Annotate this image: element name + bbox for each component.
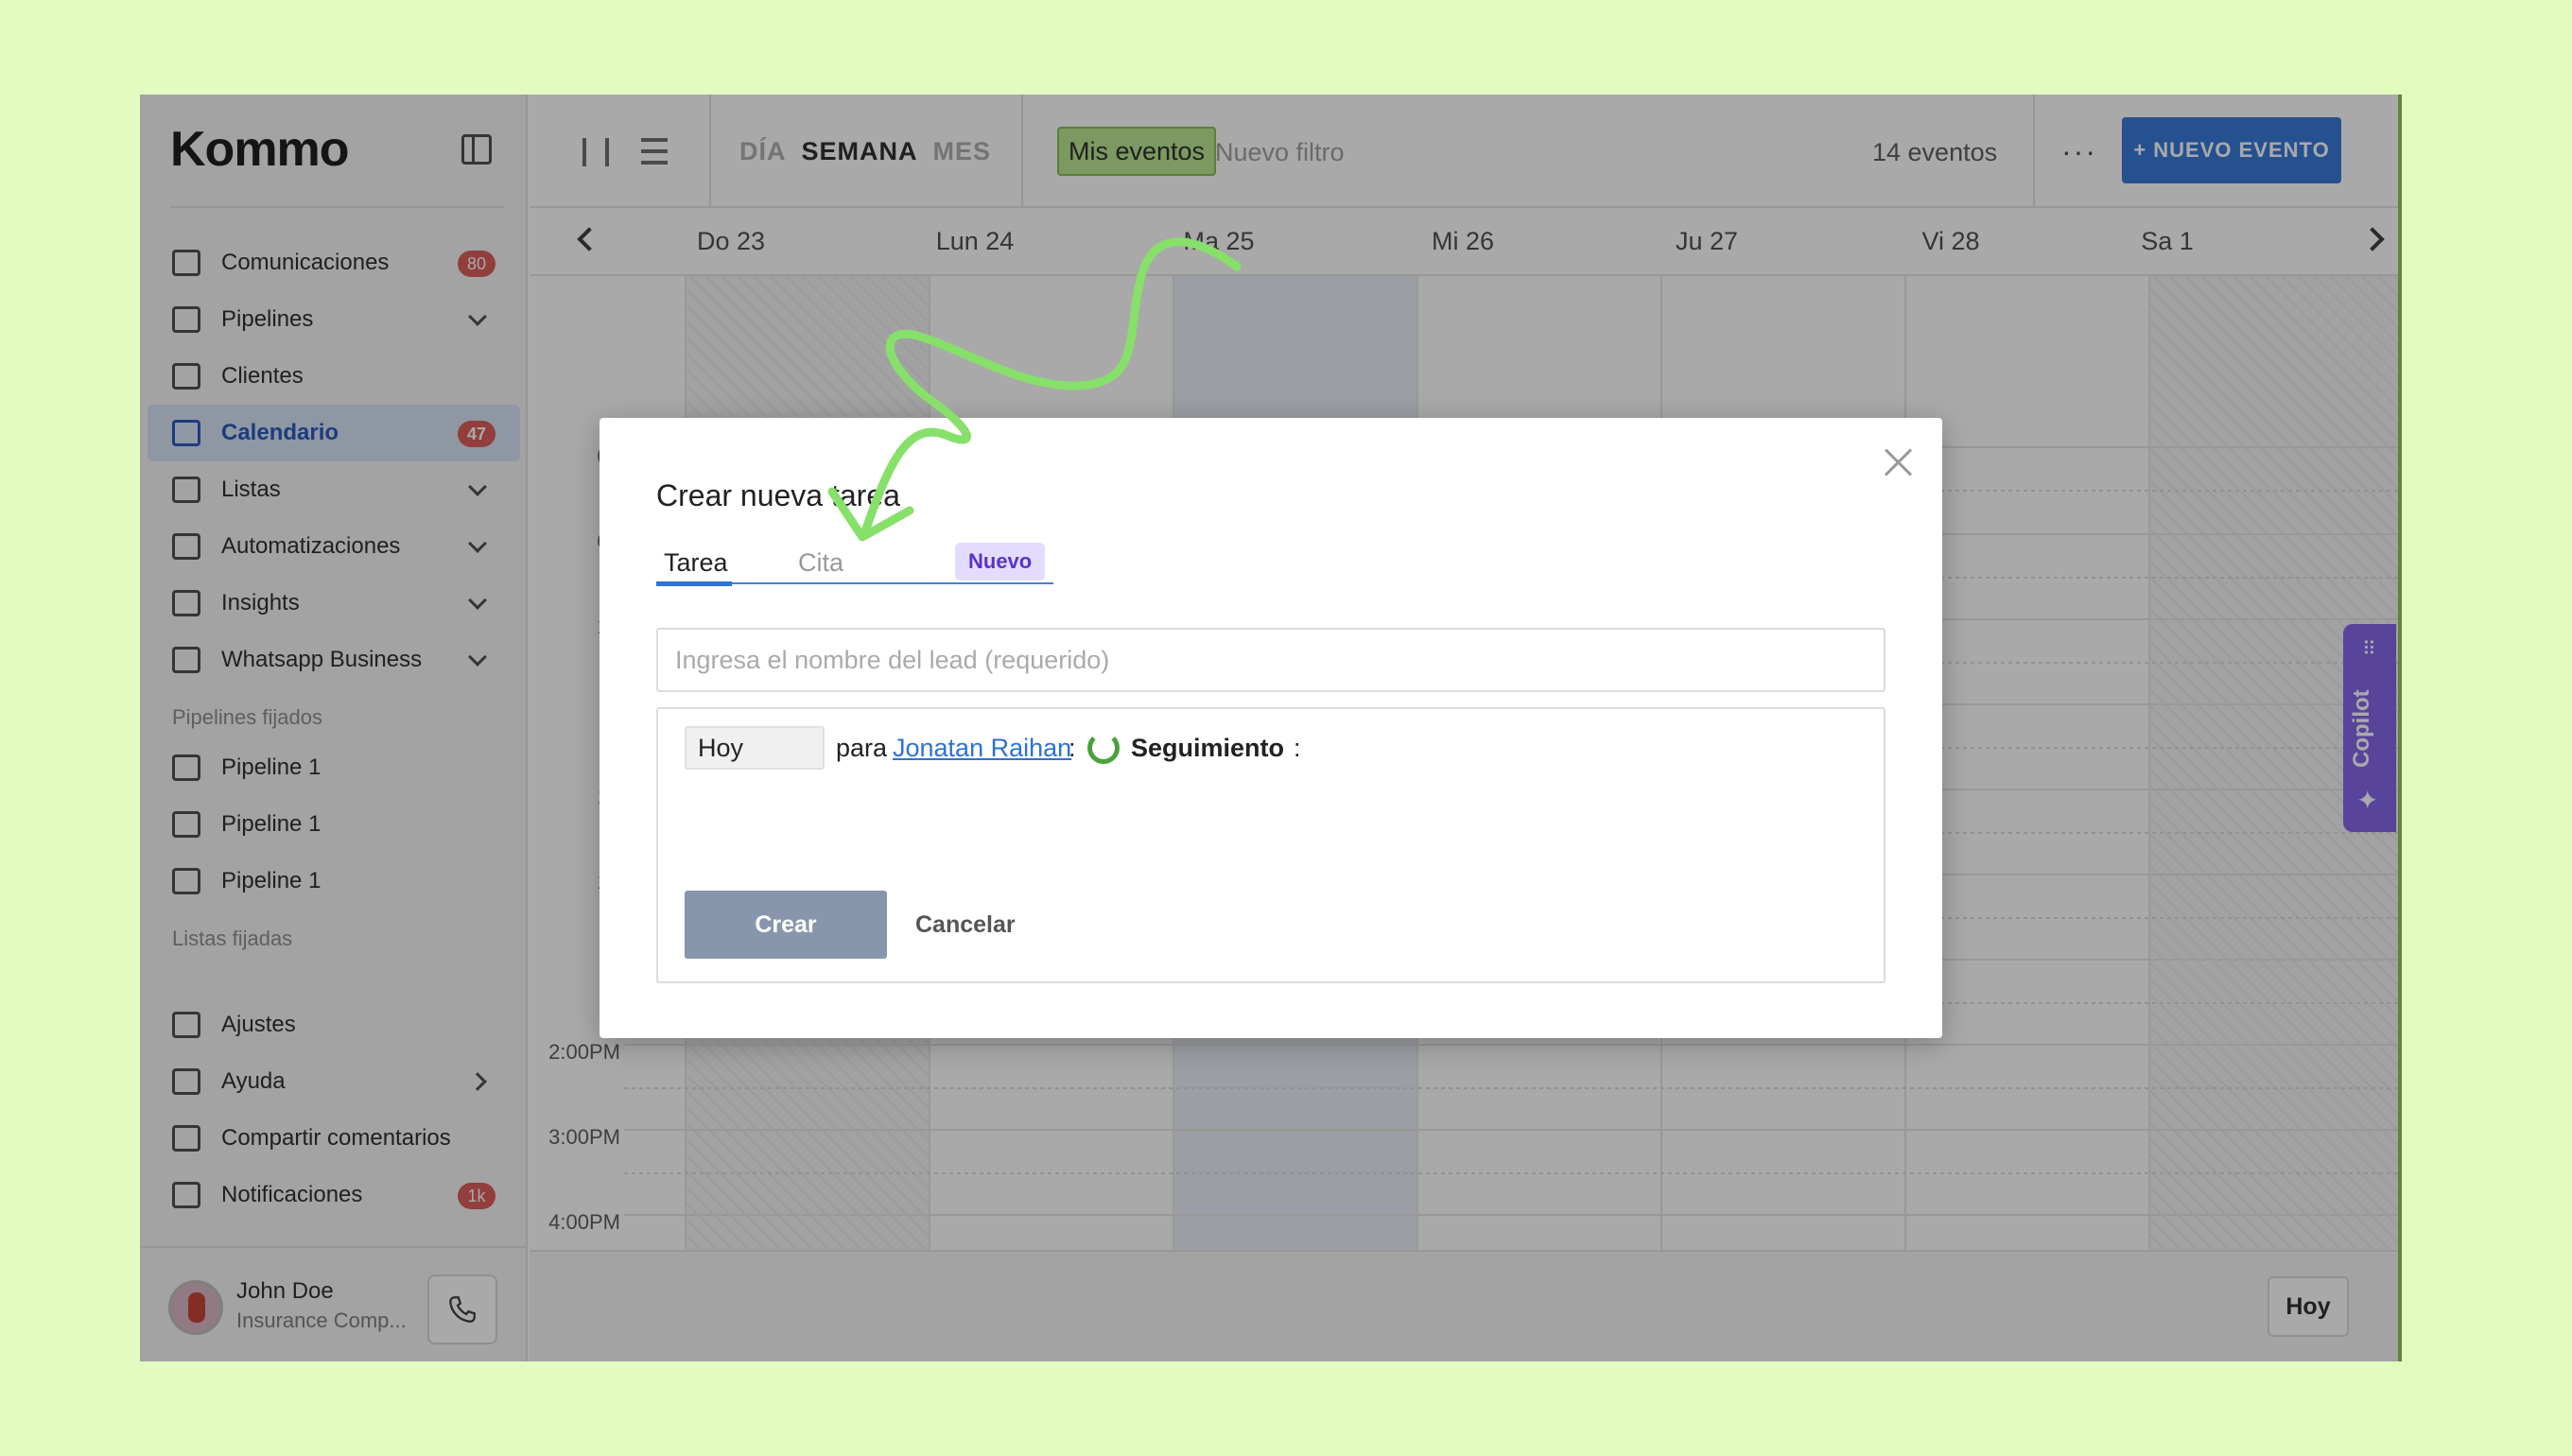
task-composer: Hoy para Jonatan Raihan : Seguimiento : … xyxy=(656,707,1886,983)
new-badge: Nuevo xyxy=(955,543,1046,581)
lead-name-input[interactable] xyxy=(656,628,1886,692)
active-tab-indicator xyxy=(656,581,732,586)
due-date-field[interactable]: Hoy xyxy=(685,726,825,770)
modal-title: Crear nueva tarea xyxy=(656,478,900,512)
separator: : xyxy=(1294,734,1301,762)
separator: : xyxy=(1069,734,1076,762)
create-button[interactable]: Crear xyxy=(685,891,887,959)
create-task-modal: Crear nueva tarea Tarea Cita Nuevo Hoy p… xyxy=(600,418,1942,1038)
close-icon[interactable] xyxy=(1882,446,1914,478)
follow-up-icon[interactable] xyxy=(1087,732,1120,764)
cancel-button[interactable]: Cancelar xyxy=(915,911,1016,939)
tab-tarea[interactable]: Tarea xyxy=(664,548,728,578)
para-label: para xyxy=(836,734,888,762)
assignee-link[interactable]: Jonatan Raihan xyxy=(893,734,1071,763)
task-type-select[interactable]: Seguimiento xyxy=(1131,734,1284,763)
tab-cita[interactable]: Cita xyxy=(798,548,843,578)
modal-tabs: Tarea Cita Nuevo xyxy=(656,543,1053,586)
